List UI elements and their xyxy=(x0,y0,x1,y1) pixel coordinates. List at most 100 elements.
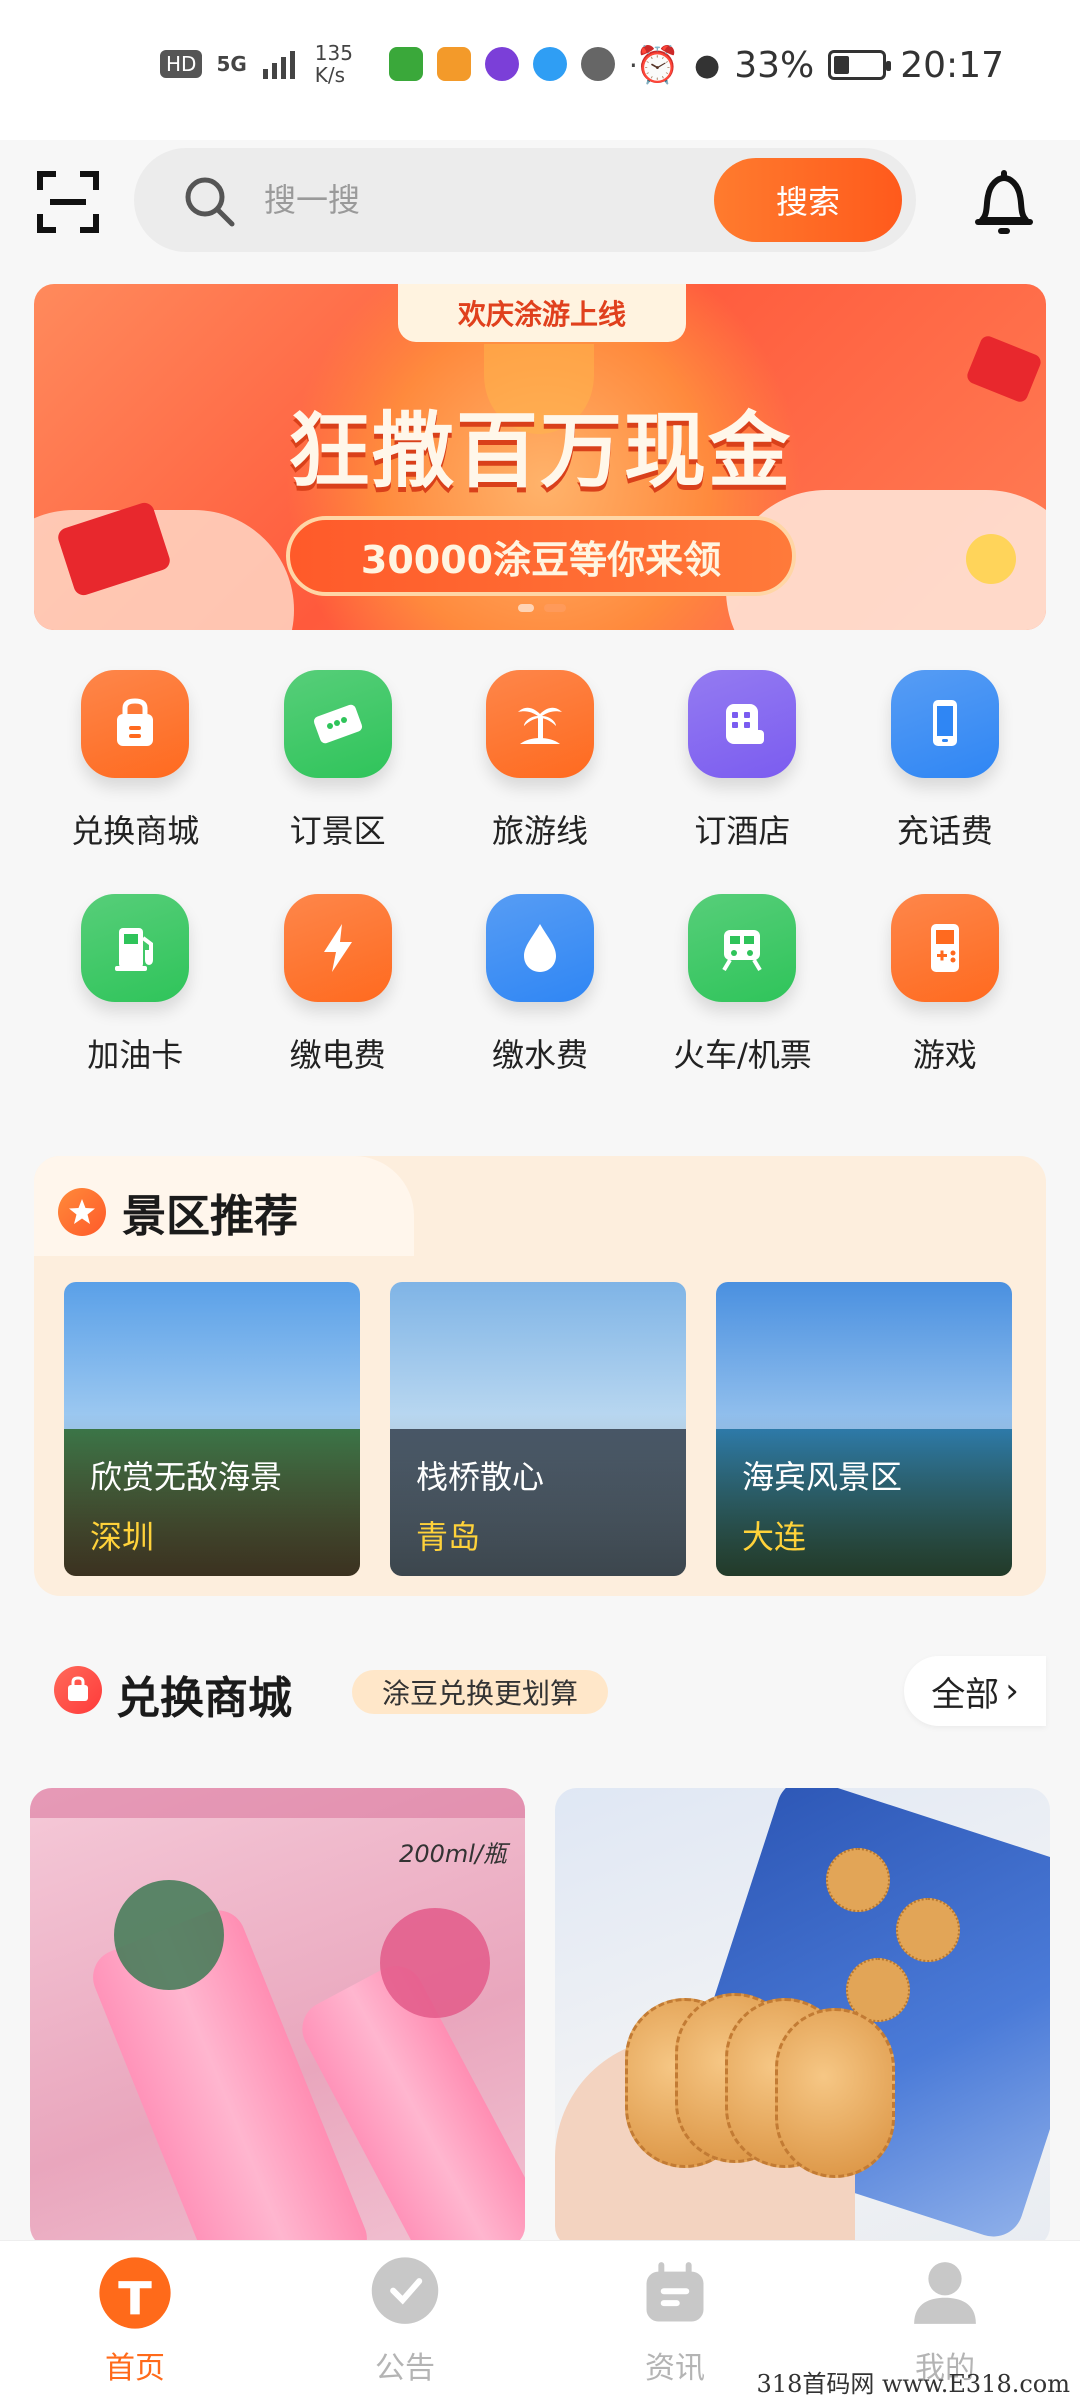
fuel-pump-icon xyxy=(81,894,190,1002)
banner-pagination xyxy=(518,604,566,612)
banner-subtitle: 30000涂豆等你来领 xyxy=(286,516,796,596)
lightning-icon xyxy=(283,894,392,1002)
scenic-card[interactable]: 栈桥散心 青岛 xyxy=(390,1282,686,1576)
cookie-image xyxy=(896,1898,960,1962)
service-label: 充话费 xyxy=(896,812,993,850)
service-label: 订酒店 xyxy=(694,812,791,850)
service-item-4[interactable]: 充话费 xyxy=(844,670,1046,870)
scenic-city: 深圳 xyxy=(90,1518,155,1556)
service-item-3[interactable]: 订酒店 xyxy=(641,670,843,870)
search-input[interactable] xyxy=(264,172,664,228)
service-item-7[interactable]: 缴水费 xyxy=(439,894,641,1094)
service-item-5[interactable]: 加油卡 xyxy=(34,894,236,1094)
sticker-image xyxy=(114,1880,224,1990)
scenic-title: 景区推荐 xyxy=(122,1191,298,1242)
search-button[interactable]: 搜索 xyxy=(714,158,902,242)
sticker-image xyxy=(380,1908,490,2018)
product-image-banner xyxy=(30,1788,525,1818)
status-bar-right: ⏰ ● 33% 20:17 xyxy=(635,44,1004,87)
scenic-card[interactable]: 海宾风景区 大连 xyxy=(716,1282,1012,1576)
sport-app-icon xyxy=(436,47,471,81)
cookie-image xyxy=(826,1848,890,1912)
search-header: 搜索 xyxy=(0,140,1080,270)
banner-tag: 欢庆涂游上线 xyxy=(398,284,686,342)
scenic-name: 欣赏无敌海景 xyxy=(90,1458,283,1496)
battery-icon xyxy=(828,50,892,80)
service-label: 旅游线 xyxy=(491,812,588,850)
home-icon xyxy=(97,2255,173,2331)
service-grid: 兑换商城 订景区 旅游线 订酒店 充话费加油卡 缴电费 缴水费 火车/机票 游戏 xyxy=(34,670,1046,1094)
status-bar-left: HD 5G 135 K/s ⋯ xyxy=(160,42,657,86)
battery-percent: 33% xyxy=(734,44,815,86)
net-speed: 135 K/s xyxy=(314,41,353,87)
nav-label: 公告 xyxy=(375,2351,435,2386)
banner-title: 狂撒百万现金 xyxy=(287,404,792,499)
service-item-8[interactable]: 火车/机票 xyxy=(641,894,843,1094)
gamepad-icon xyxy=(890,894,999,1002)
service-label: 缴电费 xyxy=(289,1036,386,1074)
service-label: 兑换商城 xyxy=(71,812,200,850)
product-list: 200ml/瓶 xyxy=(30,1788,1050,2248)
chevron-right-icon: › xyxy=(1005,1671,1019,1711)
announcement-icon xyxy=(367,2255,443,2331)
service-item-2[interactable]: 旅游线 xyxy=(439,670,641,870)
shopping-bag-icon xyxy=(54,1666,102,1714)
service-label: 游戏 xyxy=(912,1036,977,1074)
coin-icon xyxy=(966,534,1016,584)
water-drop-icon xyxy=(485,894,594,1002)
service-label: 火车/机票 xyxy=(672,1036,812,1074)
nav-item-1[interactable]: 公告 xyxy=(270,2241,540,2400)
network-indicator: 5G xyxy=(216,52,247,76)
mall-header: 兑换商城 涂豆兑换更划算 全部 › xyxy=(34,1650,1046,1730)
product-caption: 200ml/瓶 xyxy=(399,1840,507,1868)
scenic-section: 景区推荐 欣赏无敌海景 深圳 栈桥散心 青岛 海宾风景区 大连 xyxy=(34,1156,1046,1596)
nav-label: 资讯 xyxy=(645,2351,705,2386)
hd-indicator: HD xyxy=(160,50,203,78)
service-item-6[interactable]: 缴电费 xyxy=(236,894,438,1094)
service-label: 加油卡 xyxy=(87,1036,184,1074)
scenic-city: 青岛 xyxy=(416,1518,481,1556)
view-all-button[interactable]: 全部 › xyxy=(904,1656,1046,1726)
service-label: 缴水费 xyxy=(491,1036,588,1074)
scenic-city: 大连 xyxy=(742,1518,807,1556)
banner-dot[interactable] xyxy=(518,604,534,612)
service-item-1[interactable]: 订景区 xyxy=(236,670,438,870)
profile-icon xyxy=(907,2255,983,2331)
wechat-icon xyxy=(580,47,615,81)
palm-tree-icon xyxy=(485,670,594,778)
bell-icon[interactable] xyxy=(972,168,1036,238)
nav-item-0[interactable]: 首页 xyxy=(0,2241,270,2400)
nav-label: 首页 xyxy=(105,2351,165,2386)
signal-icon xyxy=(262,51,295,79)
news-icon xyxy=(637,2255,713,2331)
watermark: 318首码网 www.E318.com xyxy=(756,2370,1070,2398)
banner-dot[interactable] xyxy=(544,604,566,612)
train-icon xyxy=(688,894,797,1002)
scan-icon[interactable] xyxy=(36,170,100,234)
scenic-card-list: 欣赏无敌海景 深圳 栈桥散心 青岛 海宾风景区 大连 xyxy=(64,1282,1012,1576)
product-card-lotion[interactable]: 200ml/瓶 xyxy=(30,1788,525,2248)
location-icon: ● xyxy=(694,47,721,83)
scenic-name: 栈桥散心 xyxy=(416,1458,545,1496)
clock: 20:17 xyxy=(900,44,1004,86)
ticket-icon xyxy=(283,670,392,778)
product-card-biscuits[interactable] xyxy=(555,1788,1050,2248)
view-all-label: 全部 xyxy=(931,1674,1000,1715)
running-app-icon xyxy=(388,47,423,81)
biscuit-image xyxy=(775,2008,895,2178)
service-label: 订景区 xyxy=(289,812,386,850)
scenic-card[interactable]: 欣赏无敌海景 深圳 xyxy=(64,1282,360,1576)
promo-banner[interactable]: 欢庆涂游上线 狂撒百万现金 30000涂豆等你来领 xyxy=(34,284,1046,630)
search-box[interactable]: 搜索 xyxy=(134,148,916,252)
scenic-name: 海宾风景区 xyxy=(742,1458,903,1496)
mall-title: 兑换商城 xyxy=(116,1673,292,1724)
service-item-0[interactable]: 兑换商城 xyxy=(34,670,236,870)
shopping-bag-icon xyxy=(81,670,190,778)
infinity-app-icon xyxy=(484,47,519,81)
battery-level xyxy=(834,56,850,74)
phone-icon xyxy=(890,670,999,778)
hotel-icon xyxy=(688,670,797,778)
scenic-header: 景区推荐 xyxy=(58,1180,298,1244)
service-item-9[interactable]: 游戏 xyxy=(844,894,1046,1094)
browser-app-icon xyxy=(532,47,567,81)
